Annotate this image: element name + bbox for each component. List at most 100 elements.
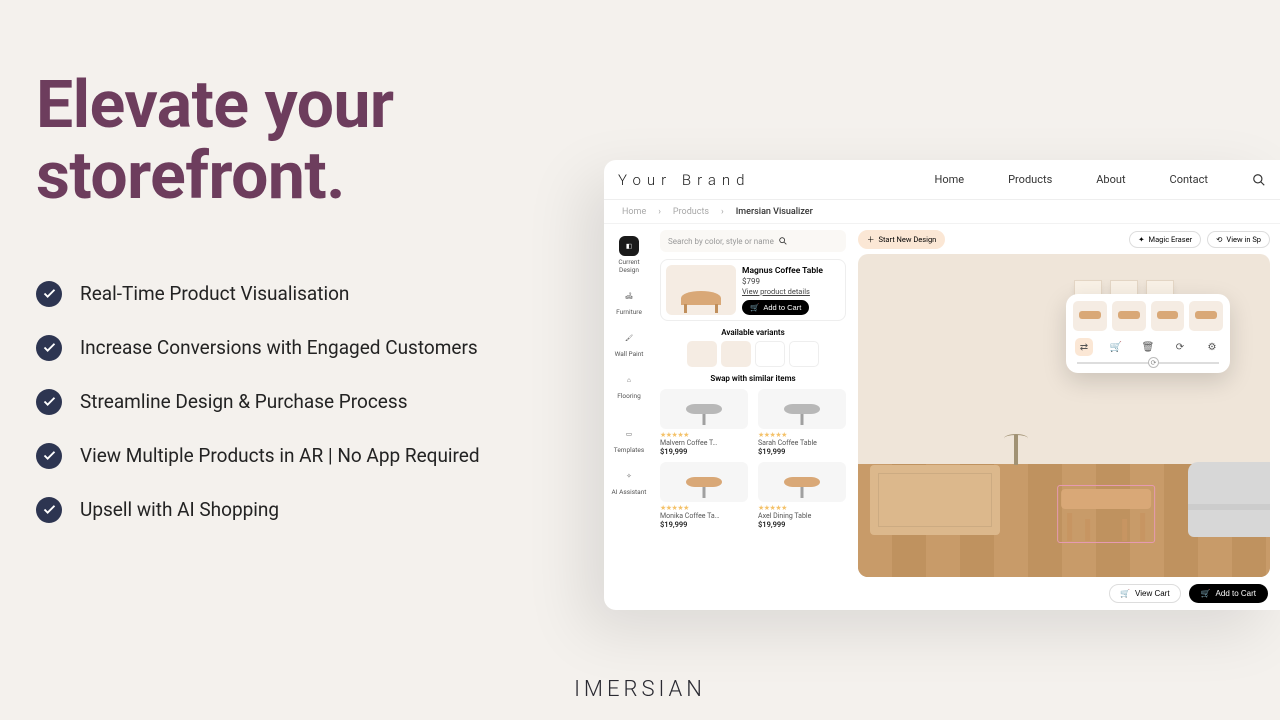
visualizer-area: ＋Start New Design ✦ Magic Eraser ⟲View in… — [852, 224, 1280, 610]
brand-label: Your Brand — [618, 171, 750, 189]
sofa-graphic — [1188, 462, 1270, 537]
cart-icon: 🛒 — [1201, 589, 1211, 598]
feature-item: Streamline Design & Purchase Process — [36, 389, 596, 415]
search-input[interactable]: Search by color, style or name — [660, 230, 846, 252]
rating-stars: ★★★★★ — [660, 504, 748, 512]
nav-contact[interactable]: Contact — [1170, 173, 1208, 186]
sidebar-item-furniture[interactable]: 🛋Furniture — [608, 282, 650, 320]
similar-thumb — [758, 462, 846, 502]
crumb-products[interactable]: Products — [673, 207, 709, 217]
cart-icon[interactable]: 🛒 — [1107, 338, 1125, 356]
footer-logo: IMERSIAN — [574, 677, 706, 702]
magic-label: Magic Eraser — [1149, 235, 1193, 244]
popover-variant[interactable] — [1073, 301, 1107, 331]
add-btn-label: Add to Cart — [763, 303, 801, 312]
search-icon — [778, 236, 788, 246]
popover-variant[interactable] — [1112, 301, 1146, 331]
feature-text: Real-Time Product Visualisation — [80, 282, 349, 305]
magic-eraser-button[interactable]: ✦ Magic Eraser — [1129, 231, 1201, 248]
crumb-current: Imersian Visualizer — [736, 207, 813, 217]
sidebar-item-current-design[interactable]: ◧ Current Design — [608, 232, 650, 278]
add-to-cart-button[interactable]: 🛒 Add to Cart — [1189, 584, 1268, 603]
similar-item[interactable]: ★★★★★Monika Coffee Ta…$19,999 — [660, 462, 748, 529]
feature-text: Increase Conversions with Engaged Custom… — [80, 336, 478, 359]
search-icon[interactable] — [1252, 173, 1266, 187]
check-icon — [36, 335, 62, 361]
sidebar-item-ai-assistant[interactable]: ✧AI Assistant — [608, 462, 650, 500]
top-nav: Home Products About Contact — [935, 173, 1209, 186]
room-canvas[interactable]: ⇄ 🛒 🗑 ⟳ ⚙ ⟳ — [858, 254, 1270, 577]
sidebar-item-templates[interactable]: ▭Templates — [608, 420, 650, 458]
rating-stars: ★★★★★ — [758, 431, 846, 439]
feature-text: View Multiple Products in AR | No App Re… — [80, 444, 480, 467]
sidebar-label: AI Assistant — [612, 488, 647, 496]
similar-name: Axel Dining Table — [758, 512, 846, 520]
cart-icon: 🛒 — [1120, 589, 1130, 598]
feature-item: Increase Conversions with Engaged Custom… — [36, 335, 596, 361]
headline: Elevate your storefront. — [36, 70, 596, 213]
similar-name: Sarah Coffee Table — [758, 439, 846, 447]
feature-text: Upsell with AI Shopping — [80, 498, 279, 521]
swap-icon[interactable]: ⇄ — [1075, 338, 1093, 356]
check-icon — [36, 281, 62, 307]
search-placeholder: Search by color, style or name — [668, 237, 774, 246]
furniture-icon: 🛋 — [619, 286, 639, 306]
crumb-home[interactable]: Home — [622, 207, 646, 217]
trash-icon[interactable]: 🗑 — [1139, 338, 1157, 356]
product-popover: ⇄ 🛒 🗑 ⟳ ⚙ ⟳ — [1066, 294, 1230, 373]
variant-thumb[interactable] — [755, 341, 785, 367]
app-topbar: Your Brand Home Products About Contact — [604, 160, 1280, 200]
start-new-design-button[interactable]: ＋Start New Design — [858, 230, 945, 249]
view-in-space-button[interactable]: ⟲View in Sp — [1207, 231, 1270, 248]
similar-thumb — [758, 389, 846, 429]
view-cart-label: View Cart — [1135, 589, 1170, 598]
rotate-icon[interactable]: ⟳ — [1171, 338, 1189, 356]
similar-item[interactable]: ★★★★★Malvern Coffee T…$19,999 — [660, 389, 748, 456]
design-icon: ◧ — [619, 236, 639, 256]
popover-variant[interactable] — [1151, 301, 1185, 331]
start-new-label: Start New Design — [879, 235, 937, 244]
view-space-label: View in Sp — [1226, 235, 1261, 244]
app-preview: Your Brand Home Products About Contact H… — [604, 160, 1280, 610]
variant-thumb[interactable] — [721, 341, 751, 367]
add-to-cart-button[interactable]: 🛒Add to Cart — [742, 300, 809, 315]
variant-thumb[interactable] — [687, 341, 717, 367]
variant-row — [660, 341, 846, 367]
similar-name: Malvern Coffee T… — [660, 439, 748, 447]
similar-price: $19,999 — [758, 520, 846, 529]
popover-variant[interactable] — [1189, 301, 1223, 331]
product-name: Magnus Coffee Table — [742, 266, 840, 276]
view-cart-button[interactable]: 🛒 View Cart — [1109, 584, 1181, 603]
sidebar: ◧ Current Design 🛋Furniture 🖌Wall Paint ⌂… — [604, 224, 654, 610]
sidebar-label: Wall Paint — [615, 350, 644, 358]
slider-knob[interactable]: ⟳ — [1148, 357, 1159, 368]
nav-about[interactable]: About — [1096, 173, 1125, 186]
nav-products[interactable]: Products — [1008, 173, 1052, 186]
check-icon — [36, 443, 62, 469]
product-thumbnail — [666, 265, 736, 315]
product-card: Magnus Coffee Table $799 View product de… — [660, 259, 846, 321]
similar-price: $19,999 — [660, 447, 748, 456]
settings-icon[interactable]: ⚙ — [1203, 338, 1221, 356]
nav-home[interactable]: Home — [935, 173, 965, 186]
sidebar-item-wall-paint[interactable]: 🖌Wall Paint — [608, 324, 650, 362]
similar-item[interactable]: ★★★★★Sarah Coffee Table$19,999 — [758, 389, 846, 456]
feature-text: Streamline Design & Purchase Process — [80, 390, 408, 413]
similar-item[interactable]: ★★★★★Axel Dining Table$19,999 — [758, 462, 846, 529]
sidebar-label: Current Design — [608, 258, 650, 274]
similar-name: Monika Coffee Ta… — [660, 512, 748, 520]
scale-slider[interactable]: ⟳ — [1077, 362, 1219, 364]
product-panel: Search by color, style or name Magnus Co… — [654, 224, 852, 610]
similar-thumb — [660, 462, 748, 502]
sidebar-label: Flooring — [617, 392, 641, 400]
add-cart-label: Add to Cart — [1216, 589, 1256, 598]
sparkle-icon: ✦ — [1138, 235, 1144, 244]
sidebar-item-flooring[interactable]: ⌂Flooring — [608, 366, 650, 404]
view-details-link[interactable]: View product details — [742, 287, 840, 296]
templates-icon: ▭ — [619, 424, 639, 444]
feature-item: View Multiple Products in AR | No App Re… — [36, 443, 596, 469]
placed-product[interactable] — [1057, 485, 1155, 543]
variant-thumb[interactable] — [789, 341, 819, 367]
check-icon — [36, 497, 62, 523]
check-icon — [36, 389, 62, 415]
